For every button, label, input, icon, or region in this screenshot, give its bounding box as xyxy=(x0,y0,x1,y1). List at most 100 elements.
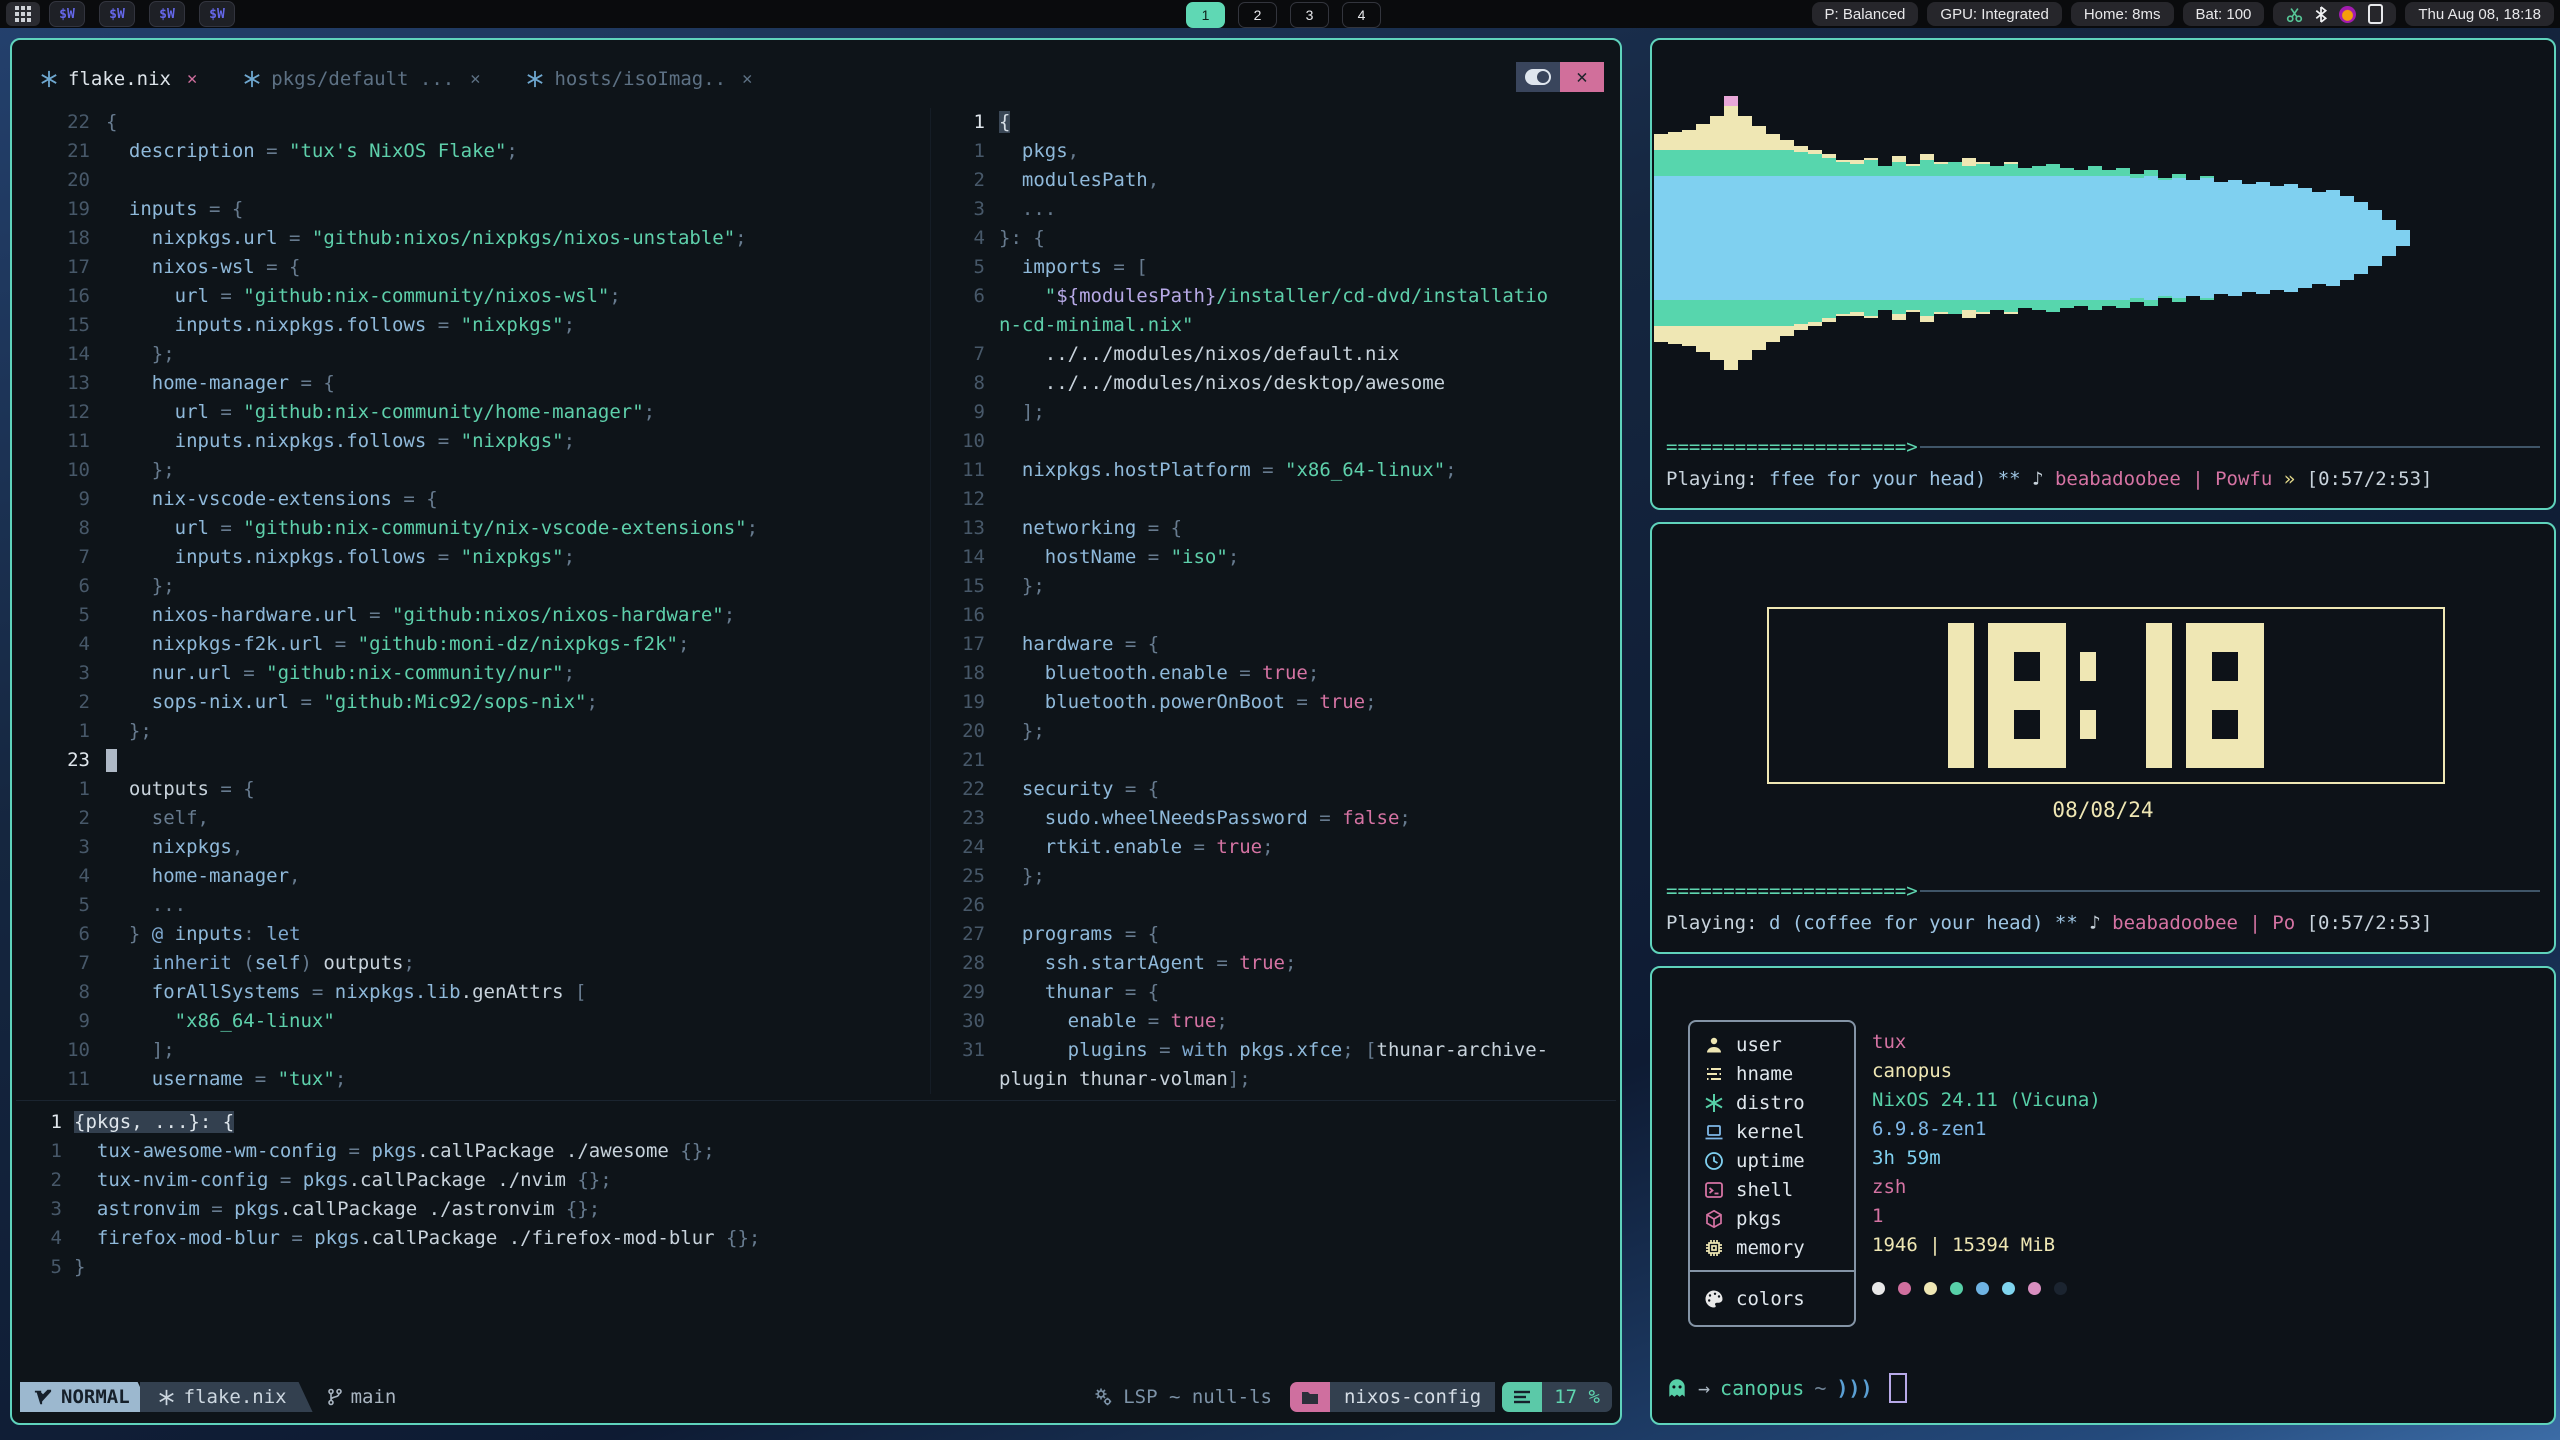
code-line: 1 outputs = { xyxy=(28,775,923,804)
tab-pkgs-default-[interactable]: pkgs/default ...✕ xyxy=(243,68,480,90)
gpu-pill[interactable]: GPU: Integrated xyxy=(1927,2,2061,26)
code-line: 26 xyxy=(935,891,1625,920)
workspace-tags: 1234 xyxy=(1186,2,1381,28)
launcher-button[interactable] xyxy=(6,2,40,26)
code-line: 24 rtkit.enable = true; xyxy=(935,833,1625,862)
datetime-pill[interactable]: Thu Aug 08, 18:18 xyxy=(2405,2,2554,26)
statusline: NORMAL flake.nix main LSP ~ null-ls nixo… xyxy=(20,1382,1612,1412)
code-line: 7 inputs.nixpkgs.follows = "nixpkgs"; xyxy=(28,543,923,572)
shell-icon xyxy=(1704,1180,1724,1200)
fetch-box: userhnamedistrokerneluptimeshellpkgsmemo… xyxy=(1688,1020,1856,1327)
code-line: 1{pkgs, ...}: { xyxy=(28,1108,760,1137)
nix-file-icon xyxy=(158,1389,175,1406)
clock-window: 08/08/24 =====================> Playing:… xyxy=(1650,522,2556,954)
workspace-button-2[interactable]: $W xyxy=(99,1,135,27)
fetch-row-hname: hname xyxy=(1690,1059,1854,1088)
fetch-label: pkgs xyxy=(1736,1208,1782,1230)
prompt-chevrons: ))) xyxy=(1836,1376,1872,1400)
fetch-row-pkgs: pkgs xyxy=(1690,1204,1854,1233)
tag-4[interactable]: 4 xyxy=(1342,2,1381,28)
kernel-icon xyxy=(1704,1122,1724,1142)
now-playing-text: Playing: ffee for your head) ** ♪ beabad… xyxy=(1666,468,2544,490)
prompt-path: ~ xyxy=(1814,1376,1826,1400)
palette-icon xyxy=(1704,1289,1724,1309)
folder-icon xyxy=(1301,1390,1319,1405)
fire-app-icon[interactable] xyxy=(2339,6,2356,23)
window-close-button[interactable]: ✕ xyxy=(1560,62,1604,92)
tag-1[interactable]: 1 xyxy=(1186,2,1225,28)
workspace-button-1[interactable]: $W xyxy=(49,1,85,27)
code-line: 8 ../../modules/nixos/desktop/awesome xyxy=(935,369,1625,398)
code-line: 2 modulesPath, xyxy=(935,166,1625,195)
code-line: 12 url = "github:nix-community/home-mana… xyxy=(28,398,923,427)
terminal-cursor xyxy=(1889,1373,1907,1403)
tab-flake-nix[interactable]: flake.nix✕ xyxy=(40,68,197,90)
code-line: 11 username = "tux"; xyxy=(28,1065,923,1094)
workspace-button-4[interactable]: $W xyxy=(199,1,235,27)
top-bar: $W $W $W $W 1234 P: Balanced GPU: Integrate… xyxy=(0,0,2560,28)
user-icon xyxy=(1704,1035,1724,1055)
system-tray[interactable] xyxy=(2273,2,2396,26)
uptime-icon xyxy=(1704,1151,1724,1171)
palette-dot-4 xyxy=(1950,1282,1963,1295)
code-line: 5} xyxy=(28,1253,760,1282)
code-line: 10 xyxy=(935,427,1625,456)
grid-icon xyxy=(15,6,31,22)
buffer-flake-nix[interactable]: 22{21 description = "tux's NixOS Flake";… xyxy=(28,108,923,1094)
fetch-value-memory: 1946 | 15394 MiB xyxy=(1872,1231,2101,1260)
clock-digits xyxy=(1948,623,2264,768)
tab-close-icon[interactable]: ✕ xyxy=(742,69,752,89)
battery-pill[interactable]: Bat: 100 xyxy=(2183,2,2265,26)
network-icon[interactable] xyxy=(2286,6,2303,23)
code-line: 7 ../../modules/nixos/default.nix xyxy=(935,340,1625,369)
code-line: n-cd-minimal.nix" xyxy=(935,311,1625,340)
code-line: 29 thunar = { xyxy=(935,978,1625,1007)
nix-icon xyxy=(243,70,261,88)
palette-dot-6 xyxy=(2002,1282,2015,1295)
code-line: 9 ]; xyxy=(935,398,1625,427)
workspace-button-3[interactable]: $W xyxy=(149,1,185,27)
code-line: 18 nixpkgs.url = "github:nixos/nixpkgs/n… xyxy=(28,224,923,253)
code-line: 13 home-manager = { xyxy=(28,369,923,398)
fetch-row-uptime: uptime xyxy=(1690,1146,1854,1175)
code-line: 30 enable = true; xyxy=(935,1007,1625,1036)
code-line: 11 inputs.nixpkgs.follows = "nixpkgs"; xyxy=(28,427,923,456)
shell-prompt[interactable]: → canopus ~ ))) xyxy=(1666,1373,1907,1403)
nix-icon xyxy=(526,70,544,88)
code-line: 19 bluetooth.powerOnBoot = true; xyxy=(935,688,1625,717)
code-line: 5 imports = [ xyxy=(935,253,1625,282)
code-line: 5 ... xyxy=(28,891,923,920)
project-folder-segment xyxy=(1290,1382,1330,1412)
palette-dot-1 xyxy=(1872,1282,1885,1295)
code-line: 31 plugins = with pkgs.xfce; [thunar-arc… xyxy=(935,1036,1625,1065)
tag-2[interactable]: 2 xyxy=(1238,2,1277,28)
code-line: 4 firefox-mod-blur = pkgs.callPackage ./… xyxy=(28,1224,760,1253)
cursor-block xyxy=(106,749,117,772)
ping-pill[interactable]: Home: 8ms xyxy=(2071,2,2174,26)
tab-close-icon[interactable]: ✕ xyxy=(187,69,197,89)
audio-waveform xyxy=(1654,42,2552,432)
buffer-iso-image[interactable]: 1{1 pkgs,2 modulesPath,3 ...4}: {5 impor… xyxy=(930,108,1625,1094)
code-line: 25 }; xyxy=(935,862,1625,891)
buffer-pkgs-default[interactable]: 1{pkgs, ...}: {1 tux-awesome-wm-config =… xyxy=(28,1108,760,1282)
fetch-label: kernel xyxy=(1736,1121,1805,1143)
fetch-value-distro: NixOS 24.11 (Vicuna) xyxy=(1872,1086,2101,1115)
tag-3[interactable]: 3 xyxy=(1290,2,1329,28)
bluetooth-icon[interactable] xyxy=(2315,6,2327,23)
fetch-label: memory xyxy=(1736,1237,1805,1259)
window-toggle-button[interactable] xyxy=(1516,62,1560,92)
colors-row: colors xyxy=(1690,1284,1854,1313)
tab-hosts-isoImag-[interactable]: hosts/isoImag..✕ xyxy=(526,68,752,90)
code-line: 22{ xyxy=(28,108,923,137)
visualizer-window: =====================> Playing: ffee for… xyxy=(1650,38,2556,510)
phone-icon[interactable] xyxy=(2368,4,2383,24)
code-line: 14 hostName = "iso"; xyxy=(935,543,1625,572)
ghost-icon xyxy=(1666,1377,1688,1399)
tabline: flake.nix✕ pkgs/default ...✕ hosts/isoImag… xyxy=(40,68,752,90)
palette-dot-7 xyxy=(2028,1282,2041,1295)
fetch-row-user: user xyxy=(1690,1030,1854,1059)
code-line: 12 xyxy=(935,485,1625,514)
power-profile-pill[interactable]: P: Balanced xyxy=(1812,2,1919,26)
code-line: 3 ... xyxy=(935,195,1625,224)
tab-close-icon[interactable]: ✕ xyxy=(470,69,480,89)
